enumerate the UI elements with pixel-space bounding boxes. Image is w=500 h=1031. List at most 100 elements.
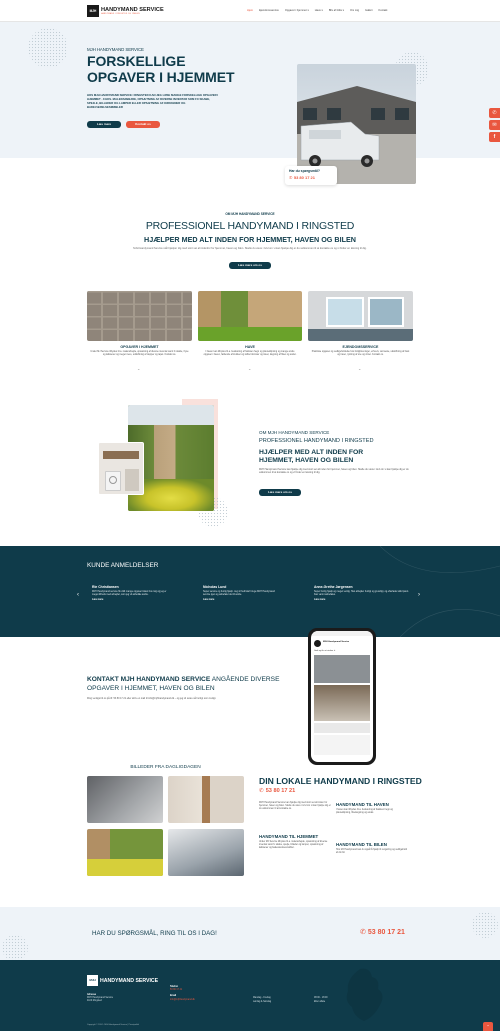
map-decoration [346,968,383,1021]
cta-dots-decoration [2,935,28,961]
footer-hours-values: 08:00 - 18:00 Efter aftale [314,996,328,1004]
phone-post-text: Godt nyt fra at vinden ☀ [314,650,336,652]
gallery-photo[interactable] [87,776,163,823]
local-block-title: HANDYMAND TIL BILEN [336,842,387,847]
local-phone: ✆ 53 80 17 21 [259,788,295,794]
about-subtitle: HJÆLPER MED ALT INDEN FOR HJEMMET, HAVEN… [259,449,364,464]
site-header: MJH HANDYMAND SERVICE HANDYMAND I RINGST… [0,0,500,22]
phone-app-name: MJH Handymand Service [323,641,350,643]
side-facebook-button[interactable]: f [489,132,500,142]
logo[interactable]: MJH HANDYMAND SERVICE HANDYMAND I RINGST… [87,4,164,17]
facebook-icon: f [493,134,496,140]
hero-contact-button[interactable]: Kontakt os [126,121,160,128]
review-text: Super service og hurtig hjælp. Jeg vil h… [203,591,275,597]
review-text: MJH Handymand service fik vildt mange op… [92,591,167,597]
intro-kicker: OM MJH HANDYMAND SERVICE [225,212,275,216]
service-arrow-ejendom[interactable]: ⌄ [358,366,361,371]
review-read-more[interactable]: Læs mere [92,598,167,601]
nav-om-mig[interactable]: Om mig [350,9,359,12]
phone-icon: ✆ [259,788,264,794]
nav-ejendomsservice[interactable]: Ejendomsservice [259,9,279,12]
main-nav: Hjem Ejendomsservice Opgaver i hjemmet ▾… [247,9,387,12]
nav-opgaver[interactable]: Opgaver i hjemmet ▾ [285,9,309,12]
service-title-hjemmet: OPGAVER I HJEMMET [120,345,159,349]
footer-logo-mark: MJH [87,975,98,986]
hero-question-text: Har du spørgsmål? [289,169,320,173]
nav-home[interactable]: Hjem [247,9,253,12]
nav-galleri[interactable]: Galleri [365,9,373,12]
local-block-text: I haven kan tilbydes bl.a. beskæring af … [336,809,393,815]
footer-email[interactable]: info@mjhhandymand.dk [170,999,195,1002]
mail-icon: ✉ [492,122,497,128]
service-photo-hjemmet [87,291,192,341]
hero-dots-decoration [28,28,68,68]
logo-text: HANDYMAND SERVICE [101,6,164,13]
intro-subtitle: HJÆLPER MED ALT INDEN FOR HJEMMET, HAVEN… [144,235,356,244]
side-mail-button[interactable]: ✉ [489,120,500,130]
hero-phone: 53 80 17 21 [293,175,315,180]
cta-dots-decoration-right [472,912,498,938]
footer-hours-value: Efter aftale [314,1001,326,1003]
scroll-top-button[interactable]: ⌃ [483,1022,493,1031]
service-photo-have [198,291,302,341]
phone-icon: ✆ [360,929,366,936]
hero-text: HOS MJH HANDYMAND SERVICE I RINGSTED KAN… [87,93,219,109]
hero-kicker: MJH HANDYMAND SERVICE [87,47,144,52]
footer-address-line: 4100 Ringsted [87,1000,102,1003]
review-text: Super hurtig hjælp og meget venlig. Han … [314,591,409,597]
footer-phone[interactable]: 53 80 17 21 [170,989,195,992]
reviews-prev-arrow[interactable]: ‹ [77,592,79,598]
intro-read-more-button[interactable]: Læs mere om os [229,262,271,269]
about-kicker: OM MJH HANDYMAND SERVICE [259,430,330,435]
intro-text: MJH Handymand Service står hjælper dig m… [133,247,367,250]
nav-bliv[interactable]: Bliv af folks ▾ [329,9,344,12]
local-block-title: HANDYMAND TIL HJEMMET [259,834,319,839]
service-text-ejendom: Praktiske opgaver og vedligeholdelse hos… [311,351,410,357]
gallery-photo[interactable] [168,829,244,876]
service-arrow-have[interactable]: ⌄ [248,366,251,371]
local-intro: MJH Handymand Service kan hjælpe dig med… [259,802,331,811]
logo-mark: MJH [87,4,99,17]
local-block-title: HANDYMAND TIL HAVEN [336,802,389,807]
review-name: Anne-Grethe Jørgensen [314,585,353,589]
local-block-text: Hos MJ Handymand kan du også få hjælp ti… [336,849,407,855]
review-read-more[interactable]: Læs mere [203,598,278,601]
hero-section [0,22,500,158]
review-card: Anne-Grethe Jørgensen Super hurtig hjælp… [314,585,409,601]
logo-subtext: HANDYMAND I RINGSTED OG OMEGN [101,12,140,15]
hero-title-line2: OPGAVER I HJEMMET [87,69,235,85]
footer [0,960,500,1031]
local-phone-number[interactable]: 53 80 17 21 [266,788,296,794]
footer-logo-text: HANDYMAND SERVICE [100,977,159,984]
intro-title: PROFESSIONEL HANDYMAND I RINGSTED [145,220,355,232]
hero-question-card[interactable]: Har du spørgsmål? ✆ 53 80 17 21 [285,166,337,185]
cta-text: HAR DU SPØRGSMÅL, RING TIL OS I DAG! [92,930,217,937]
nav-kontakt[interactable]: Kontakt [379,9,388,12]
service-title-ejendom: EJENDOMSSERVICE [342,345,379,349]
side-phone-button[interactable]: ✆ [489,108,500,118]
about-title: PROFESSIONEL HANDYMAND I RINGSTED [259,438,374,444]
cta-phone[interactable]: ✆ 53 80 17 21 [360,928,405,937]
review-name: Nicholas Lund [203,585,227,589]
footer-contact: Telefon 53 80 17 21 Email info@mjhhandym… [170,986,195,1002]
review-read-more[interactable]: Læs mere [314,598,409,601]
phone-icon: ✆ [492,110,497,116]
review-card: Rie Christiansen MJH Handymand service f… [92,585,167,601]
hero-read-more-button[interactable]: Læs mere [87,121,121,128]
contact-title-bold: KONTAKT MJH HANDYMAND SERVICE [87,676,211,683]
gallery-photo[interactable] [168,776,244,823]
gallery-photo[interactable] [87,829,163,876]
review-card: Nicholas Lund Super service og hurtig hj… [203,585,278,601]
review-name: Rie Christiansen [92,585,119,589]
chevron-up-icon: ⌃ [486,1024,490,1029]
service-text-hjemmet: Under MJ Service tilbydes bl.a. malerarb… [90,351,189,357]
service-arrow-hjemmet[interactable]: ⌄ [137,366,140,371]
footer-logo[interactable]: MJH HANDYMAND SERVICE [87,975,158,986]
about-read-more-button[interactable]: Læs mere om os [259,489,301,496]
service-photo-ejendom [308,291,413,341]
contact-title: KONTAKT MJH HANDYMAND SERVICE ANGÅENDE D… [87,676,312,693]
footer-hours: Mandag - Fredag Lørdag & Søndag [253,996,271,1004]
nav-have[interactable]: Have ▾ [315,9,323,12]
phone-icon: ✆ [289,175,293,180]
reviews-next-arrow[interactable]: › [418,592,420,598]
